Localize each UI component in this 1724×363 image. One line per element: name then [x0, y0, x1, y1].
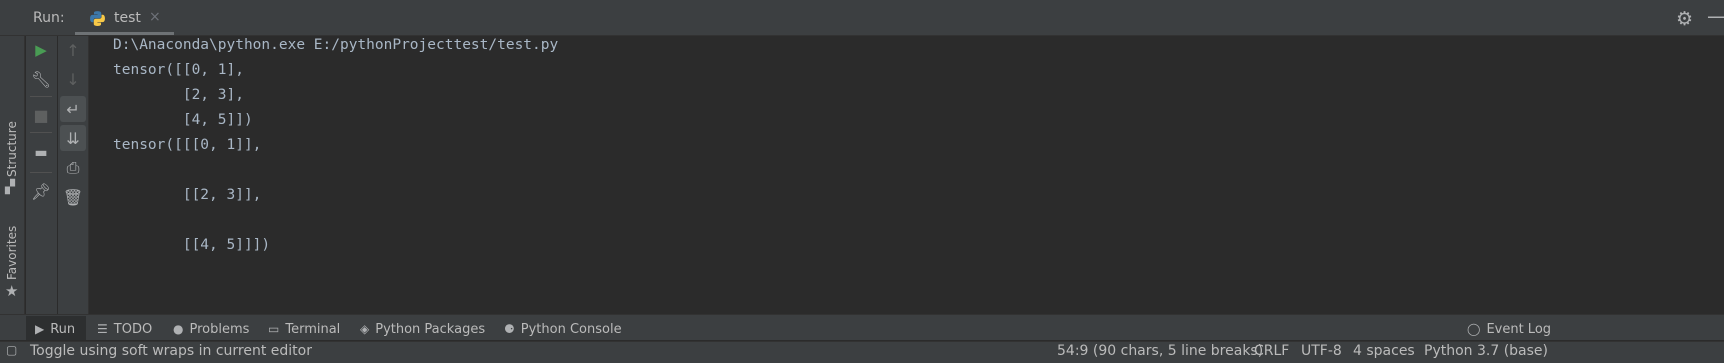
- window-icon[interactable]: ▢: [6, 343, 17, 357]
- tool-tab-problems[interactable]: ● Problems: [173, 318, 249, 340]
- status-message: Toggle using soft wraps in current edito…: [30, 343, 312, 359]
- console-line: tensor([[0, 1],: [113, 62, 244, 78]
- arrow-down-icon[interactable]: ↓: [60, 66, 86, 92]
- structure-icon: ▞: [5, 180, 15, 195]
- tool-tab-label: Python Console: [520, 321, 622, 337]
- close-icon[interactable]: ×: [149, 9, 161, 25]
- tool-tab-label: TODO: [113, 321, 153, 337]
- python-icon: ⚈: [504, 322, 515, 336]
- caret-position[interactable]: 54:9 (90 chars, 5 line breaks): [1057, 343, 1263, 359]
- tool-tab-label: Run: [50, 321, 76, 337]
- console-line: D:\Anaconda\python.exe E:/pythonProjectt…: [113, 37, 559, 53]
- scroll-to-end-icon[interactable]: ⇊: [60, 125, 86, 151]
- star-icon: ★: [5, 282, 19, 300]
- line-separator[interactable]: CRLF: [1254, 343, 1289, 359]
- layout-icon[interactable]: ▬: [28, 140, 54, 166]
- arrow-up-icon[interactable]: ↑: [60, 37, 86, 63]
- console-line: [[2, 3]],: [113, 187, 262, 203]
- pin-icon[interactable]: 📌︎: [28, 178, 54, 204]
- tool-tab-label: Python Packages: [375, 321, 486, 337]
- structure-tab[interactable]: Structure: [5, 121, 19, 177]
- print-icon[interactable]: ⎙: [60, 155, 86, 181]
- console-line: [[4, 5]]]): [113, 237, 271, 253]
- tool-tab-run[interactable]: ▶ Run: [35, 318, 75, 340]
- toolbar-separator: [30, 96, 52, 97]
- event-log-label: Event Log: [1486, 321, 1552, 337]
- tool-tab-terminal[interactable]: ▭ Terminal: [268, 318, 340, 340]
- speech-bubble-icon: ◯: [1467, 322, 1481, 336]
- terminal-icon: ▭: [268, 322, 280, 336]
- toolbar-separator: [30, 172, 52, 173]
- run-title: Run:: [33, 10, 65, 26]
- toolbar-separator: [30, 132, 52, 133]
- trash-icon[interactable]: 🗑︎: [60, 184, 86, 210]
- console-line: [4, 5]]): [113, 112, 253, 128]
- tool-tab-python-packages[interactable]: ◈ Python Packages: [360, 318, 485, 340]
- console-line: tensor([[[0, 1]],: [113, 137, 262, 153]
- soft-wrap-icon[interactable]: ↵: [60, 96, 86, 122]
- tab-label[interactable]: test: [114, 10, 141, 26]
- python-file-icon: [90, 11, 105, 26]
- stop-icon[interactable]: ■: [28, 102, 54, 128]
- event-log-button[interactable]: ◯ Event Log: [1467, 318, 1551, 340]
- minimize-icon[interactable]: —: [1707, 4, 1724, 28]
- console-line: [2, 3],: [113, 87, 244, 103]
- tool-tab-todo[interactable]: ☰ TODO: [97, 318, 152, 340]
- indent-setting[interactable]: 4 spaces: [1353, 343, 1415, 359]
- play-icon: ▶: [35, 322, 45, 336]
- favorites-tab[interactable]: Favorites: [5, 226, 19, 280]
- run-toolwindow-header: [0, 0, 1724, 36]
- list-icon: ☰: [97, 322, 108, 336]
- wrench-icon[interactable]: 🔧︎: [28, 66, 54, 92]
- layers-icon: ◈: [360, 322, 370, 336]
- active-tab-indicator: [75, 32, 174, 35]
- gear-icon[interactable]: ⚙: [1676, 8, 1693, 30]
- tool-window-bar: [0, 314, 1724, 340]
- info-icon: ●: [173, 322, 184, 336]
- tool-tab-label: Problems: [189, 321, 250, 337]
- rerun-icon[interactable]: ▶: [28, 37, 54, 63]
- tool-tab-python-console[interactable]: ⚈ Python Console: [504, 318, 622, 340]
- tool-tab-label: Terminal: [285, 321, 341, 337]
- python-interpreter[interactable]: Python 3.7 (base): [1424, 343, 1548, 359]
- file-encoding[interactable]: UTF-8: [1301, 343, 1342, 359]
- console-output[interactable]: [90, 36, 1724, 314]
